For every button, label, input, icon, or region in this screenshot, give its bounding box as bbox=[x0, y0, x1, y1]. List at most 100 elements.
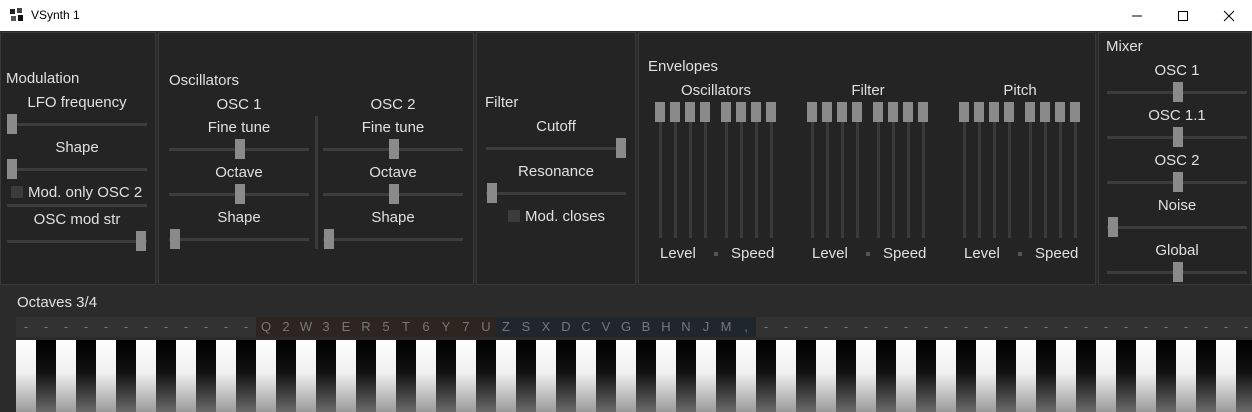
piano-white-key[interactable] bbox=[1176, 340, 1196, 412]
envelope-slider[interactable] bbox=[770, 102, 773, 238]
piano-black-key[interactable] bbox=[1076, 340, 1096, 412]
envelope-slider-thumb[interactable] bbox=[807, 102, 817, 122]
shape-thumb[interactable] bbox=[7, 159, 17, 179]
mixer-channel-thumb[interactable] bbox=[1173, 262, 1183, 282]
piano-black-key[interactable] bbox=[236, 340, 256, 412]
piano-black-key[interactable] bbox=[1156, 340, 1176, 412]
piano-black-key[interactable] bbox=[516, 340, 536, 412]
piano-black-key[interactable] bbox=[676, 340, 696, 412]
piano-black-key[interactable] bbox=[196, 340, 216, 412]
envelope-slider-thumb[interactable] bbox=[685, 102, 695, 122]
mod-closes-checkbox[interactable] bbox=[508, 210, 520, 222]
piano-white-key[interactable] bbox=[336, 340, 356, 412]
envelope-slider-thumb[interactable] bbox=[655, 102, 665, 122]
envelope-slider-thumb[interactable] bbox=[1025, 102, 1035, 122]
piano-black-key[interactable] bbox=[716, 340, 736, 412]
envelope-slider-thumb[interactable] bbox=[1055, 102, 1065, 122]
piano-white-key[interactable] bbox=[296, 340, 316, 412]
piano-white-key[interactable] bbox=[1056, 340, 1076, 412]
envelope-slider[interactable] bbox=[740, 102, 743, 238]
piano-white-key[interactable] bbox=[496, 340, 516, 412]
envelope-slider[interactable] bbox=[704, 102, 707, 238]
piano-black-key[interactable] bbox=[836, 340, 856, 412]
piano-white-key[interactable] bbox=[656, 340, 676, 412]
mixer-channel-thumb[interactable] bbox=[1173, 82, 1183, 102]
piano-black-key[interactable] bbox=[476, 340, 496, 412]
envelope-slider-thumb[interactable] bbox=[1004, 102, 1014, 122]
piano-white-key[interactable] bbox=[1216, 340, 1236, 412]
piano-white-key[interactable] bbox=[576, 340, 596, 412]
resonance-thumb[interactable] bbox=[487, 183, 497, 203]
piano-white-key[interactable] bbox=[1016, 340, 1036, 412]
osc2-fine-tune-thumb[interactable] bbox=[389, 139, 399, 159]
piano-white-key[interactable] bbox=[776, 340, 796, 412]
envelope-slider[interactable] bbox=[659, 102, 662, 238]
envelope-slider-thumb[interactable] bbox=[751, 102, 761, 122]
piano-black-key[interactable] bbox=[556, 340, 576, 412]
piano-black-key[interactable] bbox=[1236, 340, 1252, 412]
envelope-slider-thumb[interactable] bbox=[822, 102, 832, 122]
osc2-shape-slider[interactable] bbox=[323, 238, 463, 241]
piano-black-key[interactable] bbox=[1036, 340, 1056, 412]
piano-white-key[interactable] bbox=[416, 340, 436, 412]
envelope-slider[interactable] bbox=[922, 102, 925, 238]
envelope-slider[interactable] bbox=[1059, 102, 1062, 238]
piano-black-key[interactable] bbox=[116, 340, 136, 412]
envelope-slider[interactable] bbox=[978, 102, 981, 238]
piano-black-key[interactable] bbox=[156, 340, 176, 412]
piano-black-key[interactable] bbox=[396, 340, 416, 412]
envelope-slider[interactable] bbox=[1074, 102, 1077, 238]
mixer-channel-thumb[interactable] bbox=[1173, 172, 1183, 192]
osc-mod-str-thumb[interactable] bbox=[136, 231, 146, 251]
maximize-button[interactable] bbox=[1160, 0, 1206, 31]
piano-keyboard[interactable] bbox=[16, 340, 1252, 412]
piano-white-key[interactable] bbox=[696, 340, 716, 412]
envelope-slider[interactable] bbox=[856, 102, 859, 238]
piano-white-key[interactable] bbox=[16, 340, 36, 412]
envelope-slider-thumb[interactable] bbox=[852, 102, 862, 122]
piano-black-key[interactable] bbox=[996, 340, 1016, 412]
envelope-slider[interactable] bbox=[1029, 102, 1032, 238]
piano-white-key[interactable] bbox=[96, 340, 116, 412]
envelope-slider-thumb[interactable] bbox=[1040, 102, 1050, 122]
piano-black-key[interactable] bbox=[596, 340, 616, 412]
osc1-octave-thumb[interactable] bbox=[235, 184, 245, 204]
piano-white-key[interactable] bbox=[936, 340, 956, 412]
envelope-slider-thumb[interactable] bbox=[736, 102, 746, 122]
envelope-slider-thumb[interactable] bbox=[974, 102, 984, 122]
envelope-slider-thumb[interactable] bbox=[766, 102, 776, 122]
envelope-slider[interactable] bbox=[755, 102, 758, 238]
piano-white-key[interactable] bbox=[176, 340, 196, 412]
osc1-shape-slider[interactable] bbox=[169, 238, 309, 241]
shape-slider[interactable] bbox=[7, 168, 147, 171]
piano-white-key[interactable] bbox=[256, 340, 276, 412]
envelope-slider[interactable] bbox=[841, 102, 844, 238]
envelope-slider[interactable] bbox=[1044, 102, 1047, 238]
piano-black-key[interactable] bbox=[356, 340, 376, 412]
envelope-slider[interactable] bbox=[1008, 102, 1011, 238]
piano-black-key[interactable] bbox=[956, 340, 976, 412]
piano-white-key[interactable] bbox=[976, 340, 996, 412]
close-button[interactable] bbox=[1206, 0, 1252, 31]
envelope-slider[interactable] bbox=[826, 102, 829, 238]
osc1-fine-tune-thumb[interactable] bbox=[235, 139, 245, 159]
piano-white-key[interactable] bbox=[1136, 340, 1156, 412]
piano-black-key[interactable] bbox=[876, 340, 896, 412]
piano-white-key[interactable] bbox=[896, 340, 916, 412]
minimize-button[interactable] bbox=[1114, 0, 1160, 31]
envelope-slider-thumb[interactable] bbox=[721, 102, 731, 122]
envelope-slider[interactable] bbox=[963, 102, 966, 238]
piano-white-key[interactable] bbox=[536, 340, 556, 412]
piano-black-key[interactable] bbox=[276, 340, 296, 412]
piano-white-key[interactable] bbox=[216, 340, 236, 412]
envelope-slider[interactable] bbox=[877, 102, 880, 238]
piano-white-key[interactable] bbox=[616, 340, 636, 412]
envelope-slider-thumb[interactable] bbox=[918, 102, 928, 122]
lfo-frequency-slider[interactable] bbox=[7, 123, 147, 126]
mixer-channel-slider[interactable] bbox=[1107, 226, 1247, 229]
envelope-slider-thumb[interactable] bbox=[1070, 102, 1080, 122]
mixer-channel-thumb[interactable] bbox=[1173, 127, 1183, 147]
lfo-frequency-thumb[interactable] bbox=[7, 114, 17, 134]
cutoff-slider[interactable] bbox=[486, 147, 626, 150]
piano-black-key[interactable] bbox=[316, 340, 336, 412]
